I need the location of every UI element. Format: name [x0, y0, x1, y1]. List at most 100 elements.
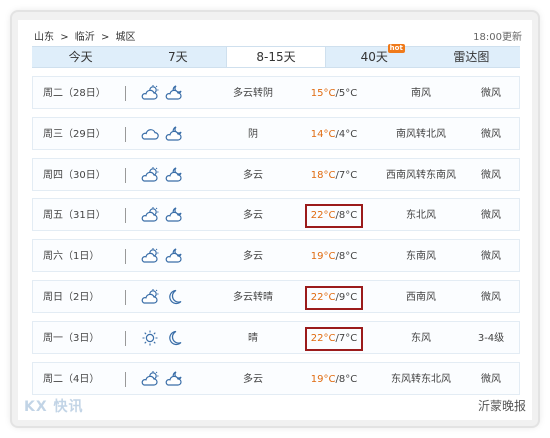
temp-high: 22°C	[310, 332, 336, 344]
wind-direction: 西南风	[406, 291, 436, 303]
temperature-box: 22°C/8°C	[304, 204, 364, 229]
tab-today[interactable]: 今天	[32, 47, 129, 67]
weather-icons	[139, 363, 189, 396]
day-date: 周三（29日）	[43, 128, 106, 140]
breadcrumb-province[interactable]: 山东	[34, 32, 54, 43]
breadcrumb-sep: >	[60, 32, 69, 43]
wind-direction: 东南风	[406, 251, 436, 263]
forecast-tabs: 今天 7天 8-15天 40天 hot 雷达图	[32, 44, 520, 68]
wind-direction: 西南风转东南风	[386, 169, 456, 181]
forecast-row: 周一（3日） 晴 22°C/7°C 东风 3-4级	[32, 320, 520, 355]
wind-direction: 南风	[411, 88, 431, 99]
wind-force: 微风	[481, 169, 501, 181]
update-time: 18:00更新	[473, 32, 522, 43]
temperature-box: 19°C/8°C	[307, 247, 361, 267]
weather-icons	[139, 281, 189, 314]
tab-8-15-days[interactable]: 8-15天	[226, 47, 326, 67]
tab-40-days[interactable]: 40天 hot	[326, 44, 423, 67]
temperature: 19°C/8°C	[301, 240, 367, 273]
temp-low: /8°C	[335, 210, 358, 222]
weather-icons	[139, 322, 189, 355]
row-divider	[125, 249, 126, 265]
wind-force: 微风	[481, 251, 501, 263]
wind-force: 3-4级	[477, 332, 505, 344]
row-divider	[125, 86, 126, 101]
day-date: 周二（28日）	[43, 88, 106, 99]
row-divider	[125, 371, 126, 387]
temperature-box: 22°C/7°C	[304, 326, 364, 351]
top-bar: 山东 > 临沂 > 城区 18:00更新	[18, 20, 532, 43]
temp-low: /5°C	[335, 88, 358, 99]
temperature-box: 15°C/5°C	[307, 84, 361, 104]
weather-desc: 多云	[243, 251, 263, 263]
temp-high: 22°C	[310, 210, 336, 222]
partly-cloudy-night-icon	[164, 166, 184, 184]
temp-low: /9°C	[335, 291, 358, 303]
tab-radar[interactable]: 雷达图	[423, 47, 520, 67]
wind-force: 微风	[481, 128, 501, 140]
moon-icon	[164, 329, 184, 347]
temperature: 22°C/7°C	[301, 322, 367, 355]
temp-high: 19°C	[310, 251, 336, 263]
temp-high: 22°C	[310, 291, 336, 303]
day-date: 周六（1日）	[43, 251, 100, 263]
partly-cloudy-day-icon	[140, 370, 160, 388]
partly-cloudy-night-icon	[164, 125, 184, 143]
day-date: 周四（30日）	[43, 169, 106, 181]
weather-icons	[139, 159, 189, 192]
partly-cloudy-day-icon	[140, 166, 160, 184]
moon-icon	[164, 288, 184, 306]
day-date: 周二（4日）	[43, 373, 100, 385]
weather-icons	[139, 118, 189, 151]
temp-high: 14°C	[310, 128, 336, 140]
breadcrumb-city[interactable]: 临沂	[75, 32, 95, 43]
day-date: 周日（2日）	[43, 291, 100, 303]
weather-icons	[139, 240, 189, 273]
breadcrumb-district[interactable]: 城区	[116, 32, 136, 43]
temperature-box: 14°C/4°C	[307, 125, 361, 145]
forecast-row: 周二（28日） 多云转阴 15°C/5°C 南风 微风	[32, 76, 520, 109]
wind-force: 微风	[481, 210, 501, 222]
forecast-list: 周二（28日） 多云转阴 15°C/5°C 南风 微风 周三（29日）阴 14°C/4°C 南…	[32, 76, 520, 402]
tab-7-days[interactable]: 7天	[129, 47, 226, 67]
forecast-row: 周四（30日） 多云 18°C/7°C 西南风转东南风 微风	[32, 157, 520, 192]
weather-desc: 多云	[243, 169, 263, 181]
forecast-row: 周日（2日） 多云转晴 22°C/9°C 西南风 微风	[32, 279, 520, 314]
partly-cloudy-day-icon	[140, 247, 160, 265]
wind-direction: 南风转北风	[396, 128, 446, 140]
wind-direction: 东风	[411, 332, 431, 344]
weather-desc: 多云	[243, 210, 263, 222]
temperature-box: 19°C/8°C	[307, 370, 361, 390]
temp-low: /8°C	[335, 251, 358, 263]
temperature: 22°C/9°C	[301, 281, 367, 314]
weather-desc: 多云	[243, 373, 263, 385]
wind-direction: 东北风	[406, 210, 436, 222]
forecast-row: 周三（29日） 阴 14°C/4°C 南风转北风 微风	[32, 116, 520, 151]
partly-cloudy-night-icon	[164, 206, 184, 224]
temperature: 18°C/7°C	[301, 159, 367, 192]
temperature: 19°C/8°C	[301, 363, 367, 396]
temp-low: /7°C	[335, 169, 358, 181]
temperature-box: 22°C/9°C	[304, 285, 364, 310]
breadcrumb: 山东 > 临沂 > 城区	[34, 28, 139, 43]
forecast-row: 周二（4日） 多云 19°C/8°C 东风转东北风 微风	[32, 361, 520, 396]
temp-high: 18°C	[310, 169, 336, 181]
row-divider	[125, 126, 126, 142]
weather-panel: 山东 > 临沂 > 城区 18:00更新 今天 7天 8-15天 40天 hot…	[18, 20, 532, 420]
wind-force: 微风	[481, 373, 501, 385]
partly-cloudy-night-icon	[164, 84, 184, 102]
temp-low: /8°C	[335, 373, 358, 385]
partly-cloudy-night-icon	[164, 370, 184, 388]
weather-desc: 阴	[248, 128, 258, 140]
temp-low: /4°C	[335, 128, 358, 140]
sun-icon	[140, 329, 160, 347]
temperature: 22°C/8°C	[301, 199, 367, 232]
partly-cloudy-night-icon	[164, 247, 184, 265]
temperature-box: 18°C/7°C	[307, 166, 361, 186]
cloudy-icon	[140, 125, 160, 143]
row-divider	[125, 289, 126, 305]
temp-high: 15°C	[310, 88, 336, 99]
day-date: 周一（3日）	[43, 332, 100, 344]
row-divider	[125, 208, 126, 224]
partly-cloudy-day-icon	[140, 206, 160, 224]
